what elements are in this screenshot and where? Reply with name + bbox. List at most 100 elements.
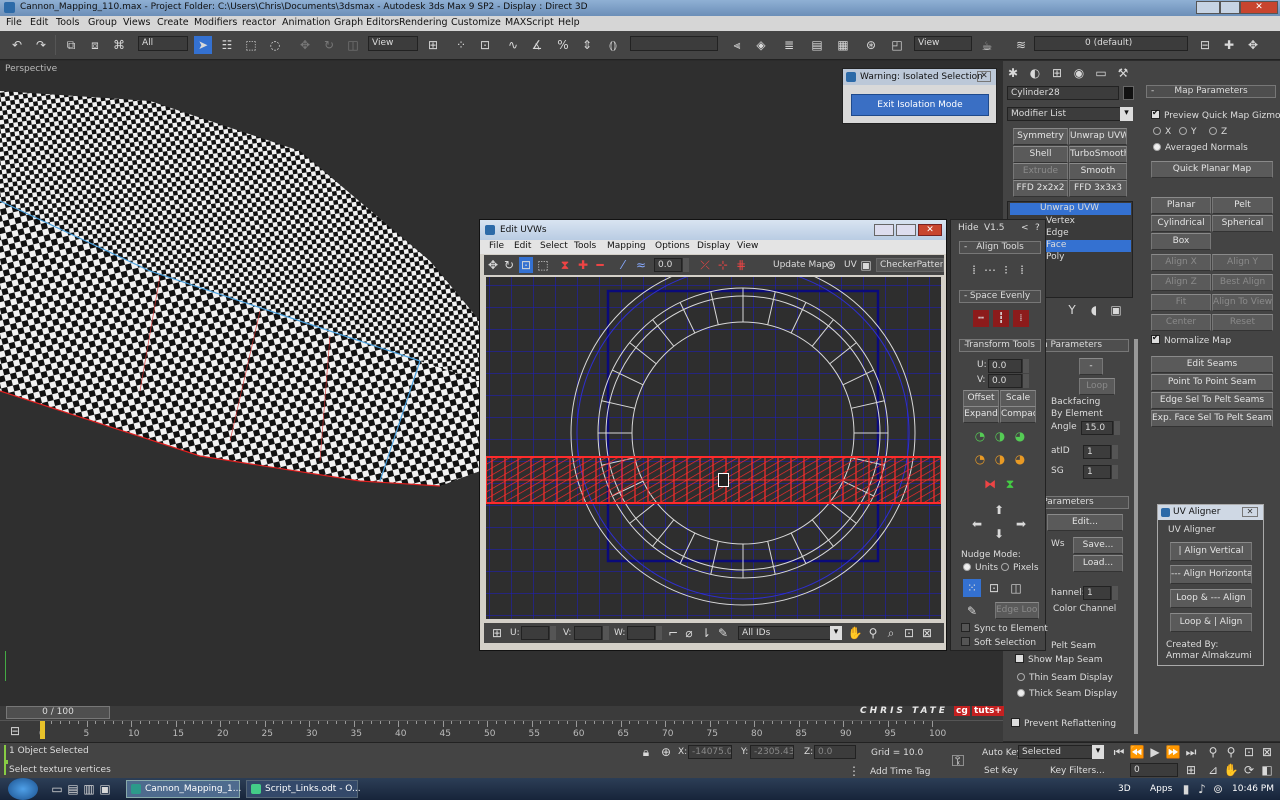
align-vertical-button[interactable]: | Align Vertical bbox=[1170, 542, 1252, 561]
planar-button[interactable]: Planar bbox=[1151, 197, 1211, 214]
y-coord-field[interactable]: -2305.436 bbox=[750, 745, 794, 759]
spherical-button[interactable]: Spherical bbox=[1212, 215, 1273, 232]
orbit-icon[interactable]: ⟳ bbox=[1242, 763, 1256, 777]
render-setup-icon[interactable]: ◰ bbox=[888, 36, 906, 54]
menu-animation[interactable]: Animation bbox=[282, 17, 330, 28]
zoom-extents-icon[interactable]: ⊡ bbox=[1242, 745, 1256, 759]
window-crossing-icon[interactable]: ◌ bbox=[266, 36, 284, 54]
nudge-down-icon[interactable]: ⬇ bbox=[991, 526, 1007, 542]
transform-u-field[interactable]: 0.0 bbox=[988, 359, 1022, 373]
mod-smooth-button[interactable]: Smooth bbox=[1069, 163, 1127, 180]
move-icon[interactable]: ✥ bbox=[296, 36, 314, 54]
stack-face-item[interactable]: Face bbox=[1036, 240, 1131, 252]
uvw-menu-mapping[interactable]: Mapping bbox=[607, 241, 646, 251]
uvw-fit-icon[interactable]: ⊡ bbox=[902, 625, 916, 641]
space-vertical-icon[interactable]: ┇ bbox=[993, 310, 1009, 327]
uvw-weld-sel-icon[interactable]: ⋕ bbox=[734, 257, 748, 273]
current-frame-field[interactable]: 0 bbox=[1130, 763, 1178, 777]
uvw-move-icon[interactable]: ✥ bbox=[486, 257, 500, 273]
time-tag-icon[interactable]: ⋮ bbox=[848, 764, 860, 778]
uvw-brush-icon[interactable]: ✎ bbox=[716, 625, 730, 641]
uvw-menu-options[interactable]: Options bbox=[655, 241, 690, 251]
uvw-v-field[interactable] bbox=[574, 626, 602, 640]
tray-apps-label[interactable]: Apps bbox=[1150, 784, 1172, 794]
uvw-weld-target-icon[interactable]: ⊹ bbox=[716, 257, 730, 273]
param-save-button[interactable]: Save... bbox=[1073, 537, 1123, 554]
center-button[interactable]: Center bbox=[1151, 314, 1211, 331]
uvw-weld-icon[interactable]: ≈ bbox=[634, 257, 648, 273]
uvw-menu-file[interactable]: File bbox=[489, 241, 504, 251]
menu-tools[interactable]: Tools bbox=[56, 17, 79, 28]
utilities-tab-icon[interactable]: ⚒ bbox=[1115, 65, 1131, 81]
modifier-list-arrow-icon[interactable]: ▾ bbox=[1120, 107, 1133, 121]
percent-snap-icon[interactable]: % bbox=[554, 36, 572, 54]
param-color-channel-label[interactable]: Color Channel bbox=[1053, 604, 1116, 614]
uvw-pin-icon[interactable]: ⇂ bbox=[699, 625, 713, 641]
remove-modifier-icon[interactable]: ▣ bbox=[1109, 303, 1123, 317]
tray-network-icon[interactable]: ▮ bbox=[1180, 782, 1192, 796]
sel-angle-field[interactable]: 15.0 bbox=[1081, 421, 1113, 435]
cylindrical-button[interactable]: Cylindrical bbox=[1151, 215, 1211, 232]
nudge-pixels-radio[interactable]: Pixels bbox=[1001, 562, 1039, 573]
loop-align-v-button[interactable]: Loop & | Align bbox=[1170, 613, 1252, 632]
menu-rendering[interactable]: Rendering bbox=[399, 17, 448, 28]
uvw-pan-icon[interactable]: ✋ bbox=[848, 625, 863, 641]
fov-icon[interactable]: ⊿ bbox=[1206, 763, 1220, 777]
transform-v-field[interactable]: 0.0 bbox=[988, 374, 1022, 388]
stack-unwrap-item[interactable]: Unwrap UVW bbox=[1010, 203, 1131, 215]
zoom-extents-all-icon[interactable]: ⊠ bbox=[1260, 745, 1274, 759]
uvw-w-field[interactable] bbox=[627, 626, 655, 640]
space-horizontal-icon[interactable]: ┅ bbox=[973, 310, 989, 327]
nudge-right-icon[interactable]: ➡ bbox=[1013, 516, 1029, 532]
sel-sg-field[interactable]: 1 bbox=[1083, 465, 1111, 479]
uvw-mirror-icon[interactable]: ⧗ bbox=[558, 257, 572, 273]
show-end-result-icon[interactable]: Y bbox=[1065, 303, 1079, 317]
preview-quick-map-checkbox[interactable]: Preview Quick Map Gizmo bbox=[1151, 108, 1280, 121]
uvw-canvas[interactable] bbox=[486, 277, 941, 619]
menu-group[interactable]: Group bbox=[88, 17, 117, 28]
link-icon[interactable]: ⧉ bbox=[62, 36, 80, 54]
uvw-snap-icon[interactable]: ⌀ bbox=[682, 625, 696, 641]
add-to-layer-icon[interactable]: ✚ bbox=[1220, 36, 1238, 54]
track-view-icon[interactable]: ⊟ bbox=[8, 724, 22, 738]
uvw-menu-select[interactable]: Select bbox=[540, 241, 568, 251]
hierarchy-tab-icon[interactable]: ⊞ bbox=[1049, 65, 1065, 81]
auto-key-button[interactable]: Auto Key bbox=[982, 748, 1022, 758]
scale-icon[interactable]: ◫ bbox=[344, 36, 362, 54]
snap-icon[interactable]: ∿ bbox=[504, 36, 522, 54]
modify-tab-icon[interactable]: ◐ bbox=[1027, 65, 1043, 81]
disp-show-map-seam[interactable]: Show Map Seam bbox=[1015, 654, 1103, 665]
sel-loop-button[interactable]: Loop bbox=[1079, 378, 1115, 395]
uvw-show-map-icon[interactable]: ⊛ bbox=[824, 257, 838, 273]
minimize-button[interactable] bbox=[1196, 1, 1220, 14]
track-bar[interactable]: ⊟ 05101520253035404550556065707580859095… bbox=[0, 720, 1003, 742]
schematic-icon[interactable]: ▦ bbox=[834, 36, 852, 54]
tray-3d-label[interactable]: 3D bbox=[1118, 784, 1131, 794]
maximize-viewport-icon[interactable]: ◧ bbox=[1260, 763, 1274, 777]
uvw-lock-icon[interactable]: ⊞ bbox=[490, 625, 504, 641]
panel-scrollbar[interactable] bbox=[1134, 339, 1138, 734]
object-color-swatch[interactable] bbox=[1123, 86, 1134, 100]
stack-poly-item[interactable]: Poly bbox=[1046, 252, 1064, 262]
select-vertex-mode-icon[interactable]: ⁙ bbox=[963, 579, 981, 597]
maximize-button[interactable] bbox=[1220, 1, 1240, 14]
taskbar-item-openoffice[interactable]: Script_Links.odt - O... bbox=[246, 780, 361, 798]
axis-y-radio[interactable]: Y bbox=[1179, 126, 1197, 137]
align-horizontal-icon[interactable]: ⋯ bbox=[983, 262, 997, 278]
expand-button[interactable]: Expand bbox=[963, 406, 999, 423]
uvw-minimize-button[interactable] bbox=[874, 224, 894, 236]
quick-render-icon[interactable]: ☕ bbox=[976, 37, 998, 55]
layers-icon[interactable]: ≋ bbox=[1012, 36, 1030, 54]
uvw-freeform-icon[interactable]: ⬚ bbox=[536, 257, 550, 273]
keyboard-shortcut-icon[interactable]: ⊡ bbox=[476, 36, 494, 54]
edge-loop-button[interactable]: Edge Loop bbox=[995, 602, 1039, 619]
select-by-name-icon[interactable]: ☷ bbox=[218, 36, 236, 54]
uvw-rotate-icon[interactable]: ↻ bbox=[502, 257, 516, 273]
undo-icon[interactable]: ↶ bbox=[8, 36, 26, 54]
disp-thin-seam[interactable]: Thin Seam Display bbox=[1017, 672, 1113, 683]
uvw-update-map-button[interactable]: Update Map bbox=[773, 260, 827, 270]
sync-element-checkbox[interactable]: Sync to Element bbox=[961, 623, 1048, 634]
compact-button[interactable]: Compact bbox=[1000, 406, 1036, 423]
add-time-tag-label[interactable]: Add Time Tag bbox=[870, 767, 930, 777]
uvw-zoom-icon[interactable]: ⚲ bbox=[866, 625, 880, 641]
